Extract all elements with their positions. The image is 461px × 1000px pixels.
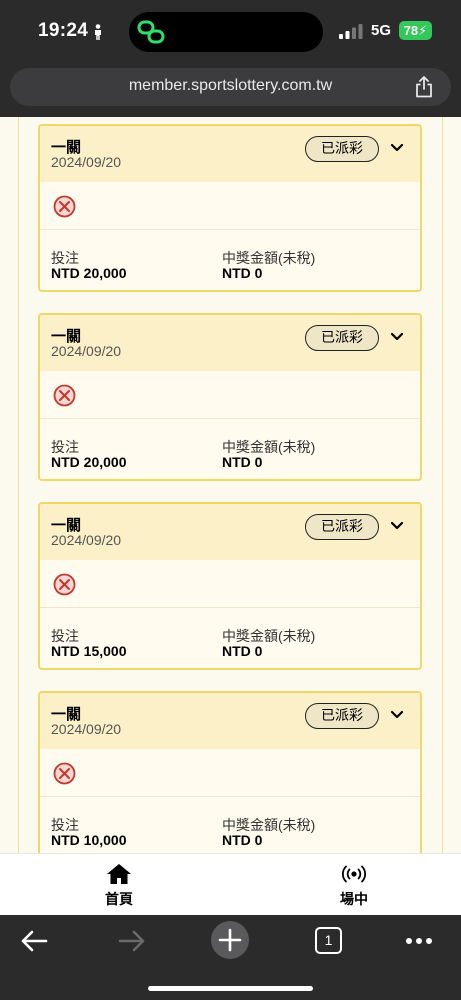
stake-value: NTD 20,000 — [51, 454, 127, 470]
status-bar: 19:24 5G 78⚡ — [0, 0, 461, 62]
bet-card[interactable]: 一關 2024/09/20 已派彩 投注 NTD 20,000 中獎金額(未稅)… — [38, 124, 422, 292]
bottom-nav: 首頁 場中 — [0, 853, 461, 915]
bet-card[interactable]: 一關 2024/09/20 已派彩 投注 NTD 10,000 中獎金額(未稅)… — [38, 691, 422, 859]
status-time: 19:24 — [38, 20, 89, 41]
payout-value: NTD 0 — [222, 643, 263, 659]
bet-date: 2024/09/20 — [51, 343, 122, 359]
link-icon — [137, 20, 165, 44]
url-text[interactable]: member.sportslottery.com.tw — [10, 77, 451, 95]
browser-address-area: member.sportslottery.com.tw — [0, 62, 461, 117]
nav-home[interactable]: 首頁 — [74, 854, 164, 916]
status-badge: 已派彩 — [305, 136, 379, 162]
tab-count: 1 — [324, 932, 333, 948]
bet-card-header[interactable]: 一關 2024/09/20 已派彩 — [40, 504, 420, 560]
lose-icon — [53, 384, 76, 407]
more-icon[interactable] — [405, 937, 433, 945]
chevron-down-icon[interactable] — [390, 143, 404, 153]
chevron-down-icon[interactable] — [390, 710, 404, 720]
home-icon — [107, 864, 131, 884]
bet-card-header[interactable]: 一關 2024/09/20 已派彩 — [40, 315, 420, 371]
person-icon — [95, 24, 101, 40]
back-arrow-icon[interactable] — [20, 929, 48, 953]
nav-home-label: 首頁 — [105, 891, 133, 907]
bet-result-row — [40, 749, 420, 797]
lose-icon — [53, 762, 76, 785]
stake-value: NTD 20,000 — [51, 265, 127, 281]
bet-card-header[interactable]: 一關 2024/09/20 已派彩 — [40, 693, 420, 749]
bet-card[interactable]: 一關 2024/09/20 已派彩 投注 NTD 20,000 中獎金額(未稅)… — [38, 313, 422, 481]
bet-result-row — [40, 560, 420, 608]
nav-live[interactable]: 場中 — [309, 854, 399, 916]
bet-result-row — [40, 371, 420, 419]
bet-date: 2024/09/20 — [51, 721, 122, 737]
battery-indicator: 78⚡ — [399, 21, 432, 40]
nav-live-label: 場中 — [340, 891, 368, 907]
browser-toolbar: 1 — [0, 915, 461, 1000]
network-label: 5G — [371, 22, 392, 39]
home-indicator — [148, 986, 313, 991]
share-icon[interactable] — [415, 76, 433, 98]
address-bar[interactable]: member.sportslottery.com.tw — [10, 68, 451, 106]
signal-icon — [339, 24, 363, 39]
bet-card-header[interactable]: 一關 2024/09/20 已派彩 — [40, 126, 420, 182]
tab-count-icon[interactable]: 1 — [315, 927, 342, 954]
battery-level: 78 — [403, 23, 419, 38]
stake-value: NTD 15,000 — [51, 643, 127, 659]
lose-icon — [53, 195, 76, 218]
status-badge: 已派彩 — [305, 703, 379, 729]
forward-arrow-icon[interactable] — [118, 929, 146, 953]
payout-value: NTD 0 — [222, 265, 263, 281]
bet-date: 2024/09/20 — [51, 532, 122, 548]
bet-date: 2024/09/20 — [51, 154, 122, 170]
status-badge: 已派彩 — [305, 514, 379, 540]
stake-value: NTD 10,000 — [51, 832, 127, 848]
payout-value: NTD 0 — [222, 832, 263, 848]
payout-value: NTD 0 — [222, 454, 263, 470]
lose-icon — [53, 573, 76, 596]
bet-card[interactable]: 一關 2024/09/20 已派彩 投注 NTD 15,000 中獎金額(未稅)… — [38, 502, 422, 670]
bet-result-row — [40, 182, 420, 230]
chevron-down-icon[interactable] — [390, 332, 404, 342]
new-tab-icon[interactable] — [210, 920, 250, 960]
broadcast-icon — [342, 865, 366, 883]
status-badge: 已派彩 — [305, 325, 379, 351]
chevron-down-icon[interactable] — [390, 521, 404, 531]
